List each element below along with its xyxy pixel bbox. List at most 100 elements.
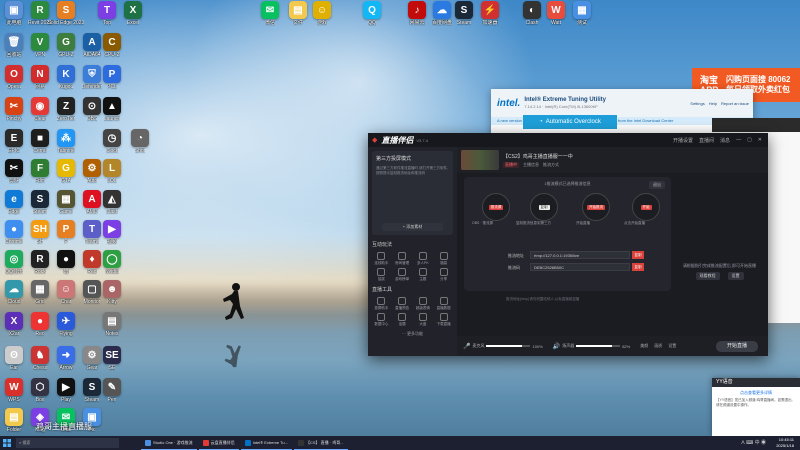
more-features-link[interactable]: ··· 更多功能 [368,331,457,337]
intel-settings-link[interactable]: Settings [690,101,704,106]
interact-tool-label: 抽奖 [377,277,385,281]
interact-tool-item[interactable]: 抽奖 [372,268,391,282]
desktop-icon[interactable]: SE SE [92,346,132,371]
automatic-overclock-button[interactable]: ◔ Automatic Overclock [523,115,617,129]
taskbar-search[interactable]: ⌕ 搜索 [16,438,119,448]
tutorial-button[interactable]: 观看教程 [695,272,720,280]
taskbar-app-button[interactable]: Intel® Extreme Tu... [240,437,292,450]
header-btn-messages[interactable]: 消息 [720,137,730,144]
desktop-icon[interactable]: ☻ Kitty [92,280,132,305]
live-tool-item[interactable]: 大盘 [414,313,433,327]
system-tray[interactable]: ᐱ ⌨ 中 ◉ [741,439,766,446]
room-sub-info[interactable]: 主播信息 [523,162,539,168]
intel-report-link[interactable]: Report an issue [721,101,749,106]
desktop-icon-label: LOL [107,178,117,184]
desktop-icon[interactable]: S Solid Edge 2023 [46,1,86,26]
room-thumbnail[interactable] [461,150,499,170]
app-name: 直播伴侣 [381,135,414,145]
copy-key-button[interactable]: 复制 [632,263,644,271]
start-button[interactable] [0,436,14,450]
desktop-icon[interactable]: ◯ Nvidia [92,250,132,275]
step-node-2: 复制 [530,193,558,221]
stream-key-field[interactable]: DEBC2526B50C [530,263,630,271]
live-tool-item[interactable]: 话题 [393,313,412,327]
desktop-icon[interactable]: ⚡ 加速器 [470,1,510,26]
mode-description: 通过第三方软件推流直播时,请打开第三方软件,按照提示复制推流地址和推流码 [376,166,448,175]
beauty-button[interactable]: 美颜 [640,343,648,349]
guide-settings-button[interactable]: 设置 [727,272,744,280]
taskbar-app-button[interactable]: Studio One · 游戏推流 [141,437,197,450]
taskbar-app-button[interactable]: 云盘直播伴侣 [198,437,239,450]
desktop-icon-label: Flying [59,331,73,337]
app-icon: ▦ [573,1,591,19]
app-icon: C [103,33,121,51]
clock[interactable]: 10:45:11 2025/1/18 [776,437,794,449]
live-tool-item[interactable]: 直播数据 [434,297,453,311]
desktop-icon[interactable]: ▶ 视频 [92,220,132,245]
interact-tool-item[interactable]: 连线助手 [372,252,391,266]
desktop-icon-label: SH [36,239,44,245]
desktop-icon[interactable]: ☺ 游戏 [302,1,342,26]
live-tool-item[interactable]: 投屏助手 [372,297,391,311]
interact-tool-item[interactable]: 游戏榜单 [393,268,412,282]
copy-url-button[interactable]: 复制 [632,251,644,259]
live-tool-item[interactable]: 超级表情 [414,297,433,311]
taskbar-app-icon [145,439,151,446]
yy-body: 【YY语音】您已加入频道:鸡哥直播间。如需退出,请在频道设置中操作。 [716,398,793,407]
mic-volume-slider[interactable] [486,345,531,347]
room-sub-method[interactable]: 推流方式 [543,162,559,168]
desktop-icon[interactable]: ◔ Shot [120,129,160,154]
start-live-button[interactable]: 开始直播 [716,341,758,352]
interact-tool-item[interactable]: 多人PK [414,252,433,266]
live-tool-item[interactable]: 数据中心 [372,313,391,327]
live-tool-item[interactable]: 下载直播 [434,313,453,327]
exit-button[interactable]: 退出 [649,181,665,189]
desktop-icon[interactable]: ▲ Launch [92,97,132,122]
desktop-icon[interactable]: X Excel [113,1,153,26]
maximize-icon[interactable]: ▢ [747,137,752,144]
desktop-icon-label: Clash [105,209,119,215]
desktop-icon-label: Opera [7,84,21,90]
third-party-mode-card[interactable]: 第三方投屏模式 通过第三方软件推流直播时,请打开第三方软件,按照提示复制推流地址… [372,151,453,235]
app-version: V3.7.4 [416,137,428,143]
app-icon: ◷ [103,129,121,147]
live-tool-icon [439,313,448,321]
desktop-icon[interactable]: Q QQ [352,1,392,26]
add-source-button[interactable]: + 添加素材 [382,223,443,231]
desktop-icon[interactable]: ◭ Clash [92,190,132,215]
microphone-icon[interactable]: 🎤 [463,343,470,350]
interact-tool-item[interactable]: 分享 [434,268,453,282]
desktop-icon-label: GTA [61,178,71,184]
stream-url-field[interactable]: rtmp://127.0.0.1:1935/live [530,251,630,259]
close-icon[interactable]: ✕ [758,137,762,144]
desktop-icon-label: WPS [8,397,20,403]
speaker-icon[interactable]: 🔊 [553,343,560,350]
bottom-settings-button[interactable]: 设置 [668,343,676,349]
app-icon: X [124,1,142,19]
taskbar-app-button[interactable]: 【CS】 直播 · 鸡哥... [293,437,348,450]
intel-header: intel. Intel® Extreme Tuning Utility 7.1… [491,89,753,117]
live-tool-item[interactable]: 直播预告 [393,297,412,311]
desktop-icon[interactable]: L LOL [92,159,132,184]
desktop-icon[interactable]: P PCL [92,65,132,90]
intel-help-link[interactable]: Help [709,101,717,106]
desktop-icon[interactable]: ⁂ Tabnine [46,129,86,154]
desktop-icon[interactable]: ✈ Flying [46,312,86,337]
speaker-volume-slider[interactable] [576,345,621,347]
app-icon: ◔ [131,129,149,147]
stream-bottom-bar: 🎤 麦克风 100% 🔊 扬声器 82% 美颜 画质 设置 开始直播 [457,336,768,356]
desktop-icon[interactable]: ▤ Notes [92,312,132,337]
header-btn-room[interactable]: 直播间 [699,137,714,144]
quality-button[interactable]: 画质 [654,343,662,349]
interact-tool-item[interactable]: 房间管理 [393,252,412,266]
desktop-icon[interactable]: ✎ Pen [92,378,132,403]
minimize-icon[interactable]: — [736,137,741,144]
interact-tool-icon [377,252,386,260]
desktop-icon[interactable]: C CPU-Z [92,33,132,58]
search-placeholder: 搜索 [22,440,31,445]
interact-tool-item[interactable]: 福袋 [434,252,453,266]
header-btn-settings[interactable]: 开播设置 [673,137,693,144]
interact-tool-item[interactable]: 主题 [414,268,433,282]
taskbar-app-label: 云盘直播伴侣 [210,439,235,445]
desktop-icon[interactable]: ▦ 测试 [562,1,602,26]
